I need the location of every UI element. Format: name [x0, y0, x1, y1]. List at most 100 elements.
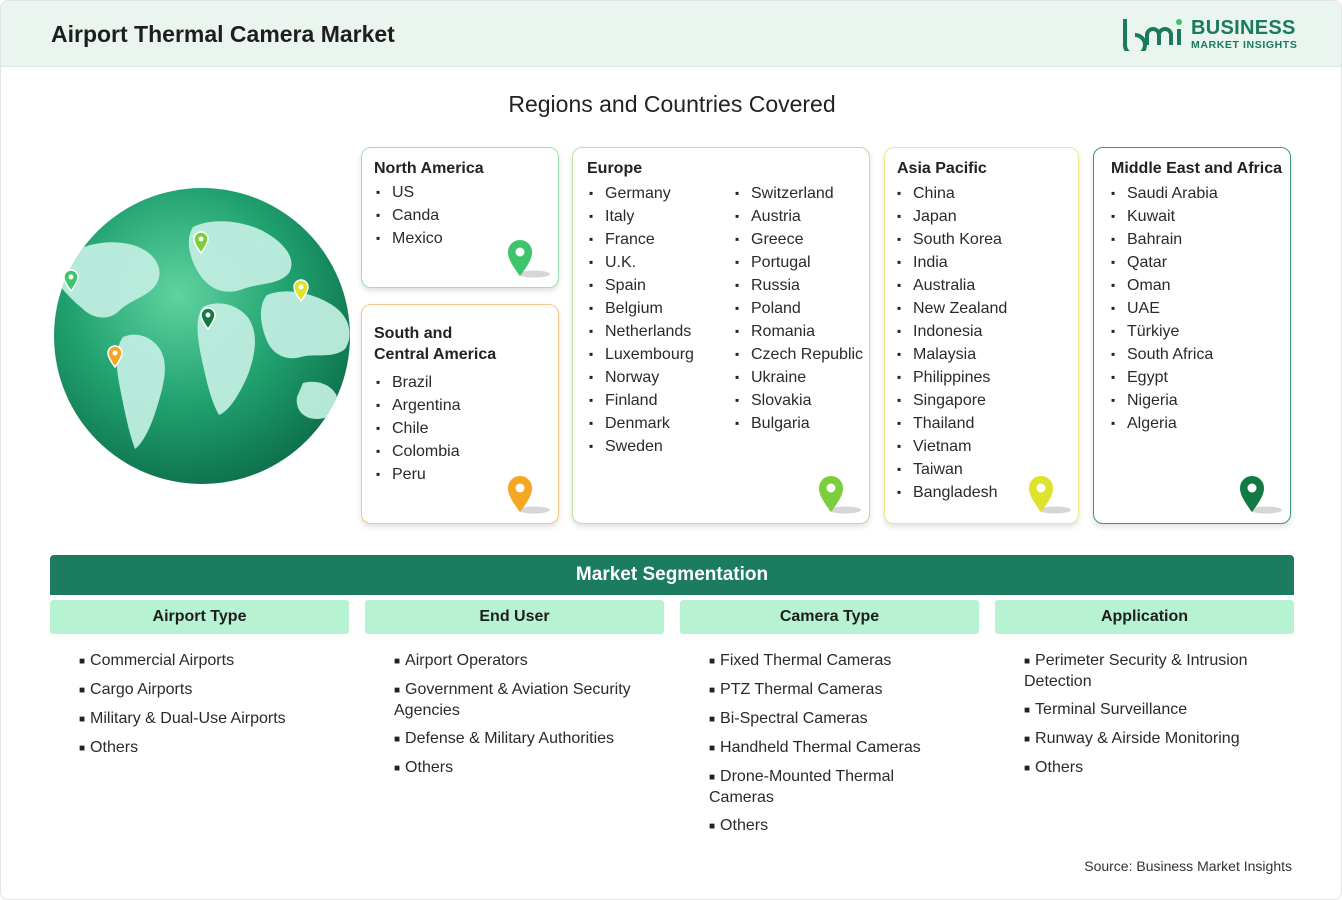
segment-item: Airport Operators	[394, 651, 664, 672]
country-item: Austria	[735, 205, 863, 228]
region-card-middle-east-africa: Middle East and Africa Saudi Arabia Kuwa…	[1093, 147, 1291, 524]
country-item: Australia	[897, 274, 1007, 297]
region-title-line1: South and	[374, 325, 453, 342]
country-item: Indonesia	[897, 320, 1007, 343]
country-item: Netherlands	[589, 320, 694, 343]
country-list-col2: Switzerland Austria Greece Portugal Russ…	[735, 182, 863, 435]
source-note: Source: Business Market Insights	[1084, 858, 1292, 874]
segment-item: Bi-Spectral Cameras	[709, 709, 939, 730]
logo-text-market-insights: MARKET INSIGHTS	[1191, 39, 1298, 51]
segment-item: Others	[79, 738, 369, 759]
segment-item: Fixed Thermal Cameras	[709, 651, 939, 672]
country-item: Canda	[376, 204, 443, 227]
country-item: Taiwan	[897, 458, 1007, 481]
region-title-line2: Central America	[374, 346, 497, 363]
region-title: Middle East and Africa	[1111, 160, 1282, 177]
country-item: Spain	[589, 274, 694, 297]
country-item: Portugal	[735, 251, 863, 274]
segment-item: PTZ Thermal Cameras	[709, 680, 939, 701]
country-item: Belgium	[589, 297, 694, 320]
region-card-north-america: North America US Canda Mexico	[361, 147, 559, 288]
country-item: Nigeria	[1111, 389, 1218, 412]
country-item: Switzerland	[735, 182, 863, 205]
segment-item: Runway & Airside Monitoring	[1024, 729, 1284, 750]
region-title: Asia Pacific	[897, 160, 987, 177]
bmi-logo-mark-icon	[1123, 19, 1182, 51]
country-item: Greece	[735, 228, 863, 251]
country-list-col1: Germany Italy France U.K. Spain Belgium …	[589, 182, 694, 458]
country-item: Thailand	[897, 412, 1007, 435]
region-title: North America	[374, 160, 484, 177]
region-card-europe: Europe Germany Italy France U.K. Spain B…	[572, 147, 870, 524]
country-item: Türkiye	[1111, 320, 1218, 343]
country-item: Italy	[589, 205, 694, 228]
company-logo: BUSINESS MARKET INSIGHTS	[1121, 15, 1301, 55]
country-item: Qatar	[1111, 251, 1218, 274]
country-list: Saudi Arabia Kuwait Bahrain Qatar Oman U…	[1111, 182, 1218, 435]
country-item: US	[376, 181, 443, 204]
country-item: Bahrain	[1111, 228, 1218, 251]
segment-item: Government & Aviation Security Agencies	[394, 680, 664, 721]
infographic: Airport Thermal Camera Market BUSINESS M…	[0, 0, 1342, 900]
country-item: Saudi Arabia	[1111, 182, 1218, 205]
country-item: Algeria	[1111, 412, 1218, 435]
country-item: Norway	[589, 366, 694, 389]
country-item: Bangladesh	[897, 481, 1007, 504]
country-item: Colombia	[376, 440, 461, 463]
segment-list-application: Perimeter Security & Intrusion Detection…	[1024, 651, 1284, 787]
map-pin-icon	[1029, 476, 1071, 514]
country-item: Luxembourg	[589, 343, 694, 366]
country-item: Vietnam	[897, 435, 1007, 458]
segment-item: Terminal Surveillance	[1024, 700, 1284, 721]
region-title: Europe	[587, 160, 643, 177]
country-item: Argentina	[376, 394, 461, 417]
region-title: South and Central America	[374, 323, 496, 365]
country-item: Ukraine	[735, 366, 863, 389]
segment-heading-end-user: End User	[365, 600, 664, 634]
region-card-south-central-america: South and Central America Brazil Argenti…	[361, 304, 559, 524]
segment-list-camera-type: Fixed Thermal Cameras PTZ Thermal Camera…	[709, 651, 939, 845]
country-list: China Japan South Korea India Australia …	[897, 182, 1007, 504]
country-item: Russia	[735, 274, 863, 297]
country-item: Kuwait	[1111, 205, 1218, 228]
page-title: Airport Thermal Camera Market	[51, 21, 395, 47]
country-item: Malaysia	[897, 343, 1007, 366]
segment-item: Military & Dual-Use Airports	[79, 709, 369, 730]
country-list: Brazil Argentina Chile Colombia Peru	[376, 371, 461, 486]
segment-item: Others	[394, 758, 664, 779]
segment-list-airport-type: Commercial Airports Cargo Airports Milit…	[79, 651, 369, 767]
country-item: China	[897, 182, 1007, 205]
segment-heading-airport-type: Airport Type	[50, 600, 349, 634]
country-item: Peru	[376, 463, 461, 486]
logo-text-business: BUSINESS	[1191, 17, 1296, 39]
country-item: Germany	[589, 182, 694, 205]
country-item: New Zealand	[897, 297, 1007, 320]
segment-item: Cargo Airports	[79, 680, 369, 701]
map-pin-icon	[508, 476, 550, 514]
country-item: South Korea	[897, 228, 1007, 251]
country-item: Slovakia	[735, 389, 863, 412]
country-item: UAE	[1111, 297, 1218, 320]
country-item: Oman	[1111, 274, 1218, 297]
country-item: Denmark	[589, 412, 694, 435]
country-item: India	[897, 251, 1007, 274]
segment-item: Defense & Military Authorities	[394, 729, 664, 750]
country-item: Sweden	[589, 435, 694, 458]
country-item: France	[589, 228, 694, 251]
country-list: US Canda Mexico	[376, 181, 443, 250]
country-item: Egypt	[1111, 366, 1218, 389]
segment-heading-application: Application	[995, 600, 1294, 634]
country-item: Japan	[897, 205, 1007, 228]
regions-title: Regions and Countries Covered	[508, 91, 836, 117]
country-item: Finland	[589, 389, 694, 412]
country-item: U.K.	[589, 251, 694, 274]
segment-heading-camera-type: Camera Type	[680, 600, 979, 634]
country-item: Singapore	[897, 389, 1007, 412]
country-item: South Africa	[1111, 343, 1218, 366]
segment-item: Drone-Mounted Thermal Cameras	[709, 767, 939, 808]
map-pin-icon	[819, 476, 861, 514]
map-pin-icon	[1240, 476, 1282, 514]
country-item: Romania	[735, 320, 863, 343]
segment-item: Perimeter Security & Intrusion Detection	[1024, 651, 1284, 692]
segment-item: Commercial Airports	[79, 651, 369, 672]
